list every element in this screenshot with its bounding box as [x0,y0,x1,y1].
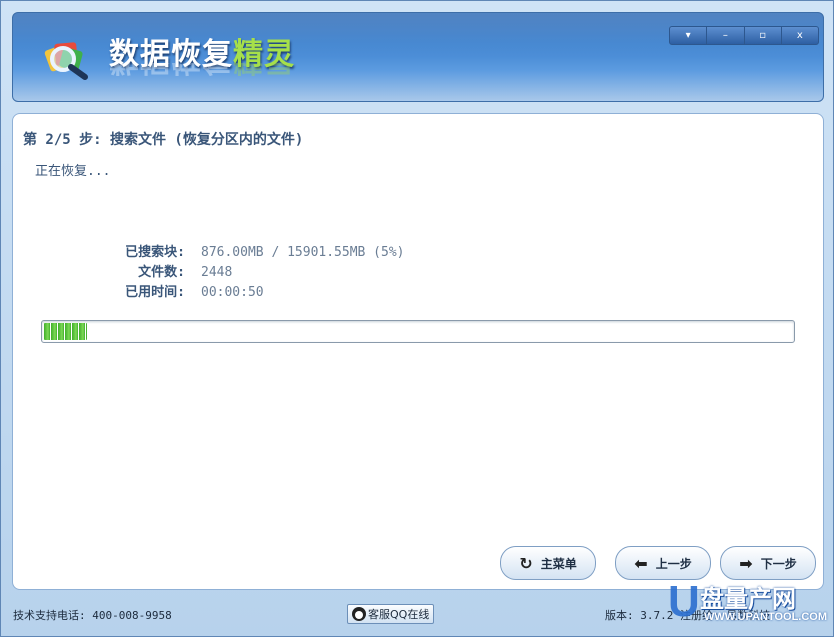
info-value: 876.00MB / 15901.55MB (5%) [201,245,405,260]
close-button[interactable]: x [782,27,818,44]
step-title: 第 2/5 步: 搜索文件 (恢复分区内的文件) [23,132,304,148]
content-panel: 第 2/5 步: 搜索文件 (恢复分区内的文件) 正在恢复... 已搜索块: 87… [12,113,824,590]
version-info: 版本: 3.7.2 注册给: 易数科技 [605,609,771,622]
app-title-reflection-accent: 精灵 [233,63,295,77]
app-window: 数据恢复精灵 数据恢复精灵 ▾ – ▫ x 第 2/5 步: 搜索文件 (恢复分… [0,0,834,637]
app-title: 数据恢复精灵 数据恢复精灵 [109,29,295,85]
qq-support-button[interactable]: 客服QQ在线 [347,604,435,624]
info-row-elapsed: 已用时间: 00:00:50 [73,283,405,303]
info-value: 2448 [201,265,233,280]
progress-fill [44,323,87,340]
info-row-file-count: 文件数: 2448 [73,263,405,283]
window-controls: ▾ – ▫ x [669,26,819,45]
progress-bar [41,320,795,343]
next-step-button[interactable]: ➡ 下一步 [720,546,816,580]
qq-support-label: 客服QQ在线 [368,608,430,621]
status-bar: 技术支持电话: 400-008-9958 客服QQ在线 版本: 3.7.2 注册… [1,599,833,636]
info-label: 已搜索块: [125,245,185,260]
scan-info: 已搜索块: 876.00MB / 15901.55MB (5%) 文件数: 2448… [73,243,405,303]
app-header: 数据恢复精灵 数据恢复精灵 ▾ – ▫ x [12,12,824,102]
minimize-button[interactable]: – [707,27,745,44]
maximize-button[interactable]: ▫ [745,27,782,44]
info-row-searched: 已搜索块: 876.00MB / 15901.55MB (5%) [73,243,405,263]
prev-step-label: 上一步 [655,556,692,571]
next-step-label: 下一步 [760,556,797,571]
refresh-icon: ↻ [519,553,533,573]
magnifier-logo-icon [44,42,88,80]
info-label: 文件数: [138,265,185,280]
info-value: 00:00:50 [201,285,264,300]
info-label: 已用时间: [125,285,185,300]
arrow-left-icon: ⬅ [634,553,648,573]
window-menu-button[interactable]: ▾ [670,27,708,44]
app-title-reflection: 数据恢复精灵 [109,63,295,85]
status-text: 正在恢复... [35,164,111,179]
main-menu-button[interactable]: ↻ 主菜单 [500,546,596,580]
qq-penguin-icon [352,607,366,621]
main-menu-label: 主菜单 [540,556,577,571]
prev-step-button[interactable]: ⬅ 上一步 [615,546,711,580]
support-phone: 技术支持电话: 400-008-9958 [13,609,172,622]
app-title-reflection-main: 数据恢复 [109,63,233,77]
arrow-right-icon: ➡ [739,553,753,573]
